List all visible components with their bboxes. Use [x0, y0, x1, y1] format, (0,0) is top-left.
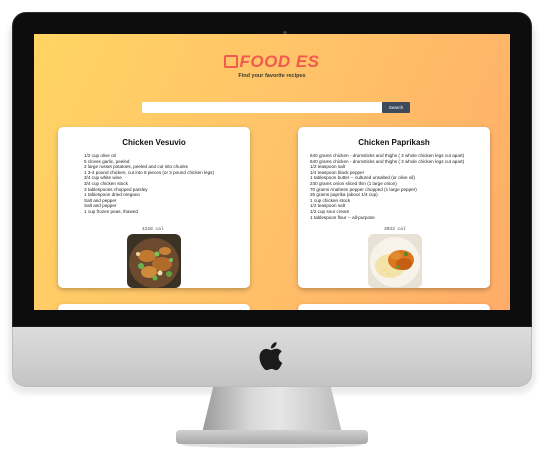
ingredient-list: 1/2 cup olive oil 5 cloves garlic, peele… — [84, 153, 244, 215]
recipe-card[interactable] — [58, 304, 250, 310]
calorie-count: 4228 cal — [142, 227, 164, 232]
paprikash-dish-image — [368, 234, 422, 288]
monitor-stand-base — [176, 430, 368, 444]
recipe-title: Chicken Paprikash — [358, 138, 430, 147]
chicken-dish-image — [127, 234, 181, 288]
recipe-card[interactable]: Chicken Vesuvio 1/2 cup olive oil 5 clov… — [58, 127, 250, 288]
logo-mark-icon — [224, 55, 239, 68]
recipe-image[interactable] — [127, 234, 181, 288]
tagline: Find your favorite recipes — [238, 73, 306, 79]
monitor-stand — [202, 387, 342, 433]
recipe-card[interactable] — [298, 304, 490, 310]
recipe-image[interactable] — [368, 234, 422, 288]
app-screen: FOOD ES Find your favorite recipes Searc… — [34, 34, 510, 310]
app-logo-text: FOOD ES — [239, 52, 320, 71]
ingredient-item: 640 grams chicken - drumsticks and thigh… — [310, 153, 465, 158]
ingredient-list: 640 grams chicken - drumsticks and thigh… — [310, 153, 486, 220]
search-button[interactable]: Search — [382, 102, 410, 113]
app-logo[interactable]: FOOD ES — [34, 52, 510, 72]
calorie-count: 3033 cal — [384, 227, 406, 232]
recipe-title: Chicken Vesuvio — [122, 138, 186, 147]
apple-icon — [259, 342, 283, 371]
ingredient-item: 1 tablespoon flour -- all-purpose — [310, 214, 375, 220]
search-input[interactable] — [142, 102, 382, 113]
recipe-card[interactable]: Chicken Paprikash 640 grams chicken - dr… — [298, 127, 490, 288]
ingredient-item: 1 cup frozen peas, thawed — [84, 208, 138, 214]
